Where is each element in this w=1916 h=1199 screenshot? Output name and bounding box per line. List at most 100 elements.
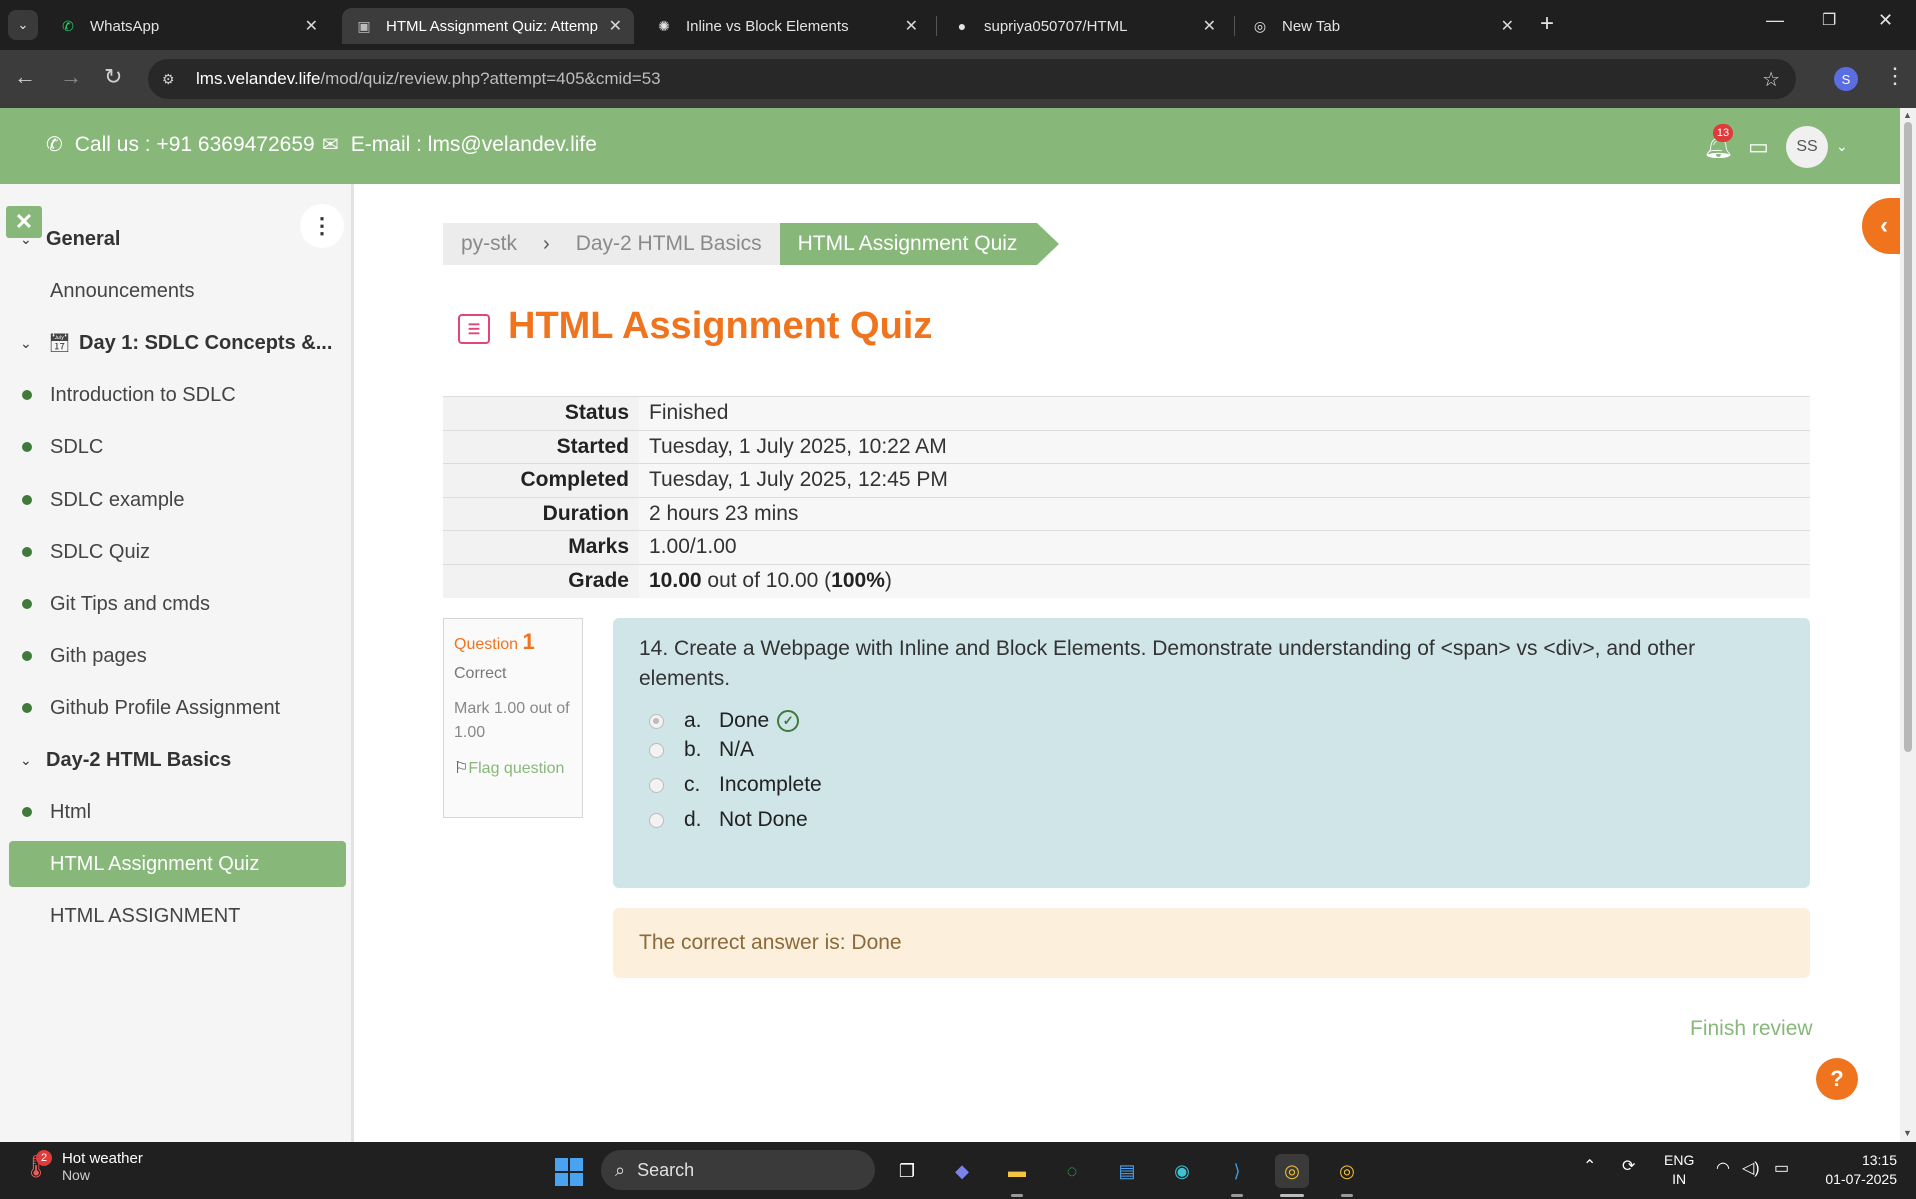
tray-overflow-icon[interactable]: ⌃	[1583, 1156, 1596, 1176]
answer-radio[interactable]	[649, 777, 664, 793]
row-label: Grade	[443, 564, 639, 598]
sidebar-item[interactable]: Github Profile Assignment	[0, 685, 354, 731]
search-icon: ⌕	[615, 1159, 626, 1180]
vscode-icon[interactable]: ⟩	[1220, 1154, 1254, 1188]
chrome-taskbar-icon[interactable]: ◎	[1275, 1154, 1309, 1188]
chevron-down-icon[interactable]: ⌄	[20, 231, 32, 248]
chrome-icon: ◎	[1253, 17, 1267, 34]
breadcrumb-course[interactable]: py-stk	[443, 223, 536, 265]
scrollbar-thumb[interactable]	[1904, 122, 1912, 752]
sidebar-section[interactable]: ⌄ 📅︎ Day 1: SDLC Concepts &...	[0, 320, 354, 366]
table-row: Started Tuesday, 1 July 2025, 10:22 AM	[443, 430, 1810, 464]
tab-quiz[interactable]: ▣ HTML Assignment Quiz: Attemp ✕	[342, 8, 634, 44]
file-explorer-icon[interactable]: ▬	[1000, 1154, 1034, 1188]
chevron-down-icon[interactable]: ⌄	[20, 752, 32, 769]
close-tab-icon[interactable]: ✕	[1501, 16, 1514, 36]
language-indicator[interactable]: ENG IN	[1664, 1151, 1694, 1189]
task-view-icon[interactable]: ❐	[890, 1154, 924, 1188]
close-tab-icon[interactable]: ✕	[609, 16, 622, 36]
sidebar-item[interactable]: SDLC example	[0, 477, 354, 523]
forward-icon[interactable]: →	[60, 64, 82, 90]
flag-question-link[interactable]: ⚐Flag question	[454, 757, 572, 781]
tab-inline-block[interactable]: ✺ Inline vs Block Elements ✕	[642, 8, 930, 44]
chevron-down-icon[interactable]: ⌄	[1836, 138, 1848, 155]
weather-widget[interactable]: 🌡︎ 2 Hot weather Now	[22, 1149, 143, 1183]
sidebar-item[interactable]: Git Tips and cmds	[0, 581, 354, 627]
flag-question-text[interactable]: Flag question	[468, 760, 564, 777]
wifi-icon[interactable]: ◠	[1716, 1158, 1730, 1178]
bookmark-star-icon[interactable]: ☆	[1762, 67, 1780, 92]
sidebar-item[interactable]: Gith pages	[0, 633, 354, 679]
windows-taskbar: 🌡︎ 2 Hot weather Now ⌕ Search ❐ ◆ ▬ ◌ ▤ ◉…	[0, 1142, 1916, 1199]
sidebar-item[interactable]: SDLC	[0, 424, 354, 470]
edge-icon[interactable]: ◉	[1165, 1154, 1199, 1188]
sidebar-item-label: General	[46, 227, 121, 250]
chrome-menu-icon[interactable]: ⋮	[1884, 63, 1906, 89]
close-tab-icon[interactable]: ✕	[905, 16, 918, 36]
answer-option-d[interactable]: d. Not Done	[649, 808, 808, 832]
help-button[interactable]: ?	[1816, 1058, 1858, 1100]
answer-option-b[interactable]: b. N/A	[649, 738, 754, 762]
tab-github[interactable]: ● supriya050707/HTML ✕	[940, 8, 1228, 44]
taskbar-clock[interactable]: 13:15 01-07-2025	[1815, 1151, 1897, 1189]
user-avatar[interactable]: SS	[1786, 126, 1828, 168]
sidebar-item[interactable]: Html	[0, 789, 354, 835]
answer-radio[interactable]	[649, 713, 664, 729]
minimize-icon[interactable]: —	[1766, 10, 1784, 31]
tab-search-button[interactable]: ⌄	[8, 10, 38, 40]
clock-time: 13:15	[1861, 1152, 1897, 1168]
close-window-icon[interactable]: ✕	[1878, 10, 1893, 31]
finish-review-link[interactable]: Finish review	[1690, 1017, 1813, 1041]
question-state: Correct	[454, 665, 507, 682]
chrome-profile-taskbar-icon[interactable]: ◎	[1330, 1154, 1364, 1188]
notepad-icon[interactable]: ▤	[1110, 1154, 1144, 1188]
tab-whatsapp[interactable]: ✆ WhatsApp ✕	[46, 8, 330, 44]
windows-start-icon[interactable]	[555, 1158, 583, 1186]
site-info-icon[interactable]: ⚙	[162, 71, 186, 88]
reload-icon[interactable]: ↻	[104, 64, 122, 90]
sync-icon[interactable]: ⟳	[1622, 1156, 1635, 1176]
address-bar[interactable]: ⚙ lms.velandev.life/mod/quiz/review.php?…	[148, 59, 1796, 99]
grade-end: )	[884, 569, 892, 592]
attempt-summary-table: Status Finished Started Tuesday, 1 July …	[443, 396, 1810, 598]
row-label: Started	[443, 430, 639, 464]
tab-newtab[interactable]: ◎ New Tab ✕	[1238, 8, 1526, 44]
clock-date: 01-07-2025	[1825, 1171, 1897, 1187]
completion-dot-icon	[22, 547, 32, 557]
messages-icon[interactable]: ▭	[1748, 134, 1769, 160]
browser-toolbar: ← → ↻ ⚙ lms.velandev.life/mod/quiz/revie…	[0, 50, 1916, 108]
sidebar-section[interactable]: ⌄ Day-2 HTML Basics	[0, 737, 354, 783]
answer-radio[interactable]	[649, 742, 664, 758]
breadcrumb-section[interactable]: Day-2 HTML Basics	[557, 223, 780, 265]
page-scrollbar[interactable]: ▲ ▼	[1900, 108, 1916, 1142]
chrome-profile-avatar[interactable]: S	[1834, 67, 1858, 91]
restore-icon[interactable]: ❐	[1822, 10, 1836, 30]
url-host: lms.velandev.life	[196, 69, 321, 88]
answer-letter: a.	[684, 709, 702, 732]
answer-radio[interactable]	[649, 812, 664, 828]
back-icon[interactable]: ←	[14, 64, 36, 90]
scroll-up-icon[interactable]: ▲	[1903, 110, 1912, 120]
notifications-count-badge: 13	[1713, 124, 1733, 142]
answer-option-c[interactable]: c. Incomplete	[649, 773, 822, 797]
close-tab-icon[interactable]: ✕	[305, 16, 318, 36]
scroll-down-icon[interactable]: ▼	[1903, 1128, 1912, 1138]
answer-option-a[interactable]: a. Done ✓	[649, 709, 800, 733]
sidebar-section[interactable]: ⌄ General	[0, 216, 354, 262]
chevron-down-icon[interactable]: ⌄	[20, 335, 32, 352]
close-tab-icon[interactable]: ✕	[1203, 16, 1216, 36]
sidebar-item-active[interactable]: HTML Assignment Quiz	[9, 841, 346, 887]
volume-icon[interactable]: ◁)	[1742, 1158, 1760, 1178]
header-phone-text: Call us : +91 6369472659	[74, 132, 315, 156]
battery-icon[interactable]: ▭	[1774, 1158, 1789, 1178]
sidebar-item[interactable]: SDLC Quiz	[0, 529, 354, 575]
teams-icon[interactable]: ◆	[945, 1154, 979, 1188]
taskbar-search[interactable]: ⌕ Search	[601, 1150, 875, 1190]
app-ring-icon[interactable]: ◌	[1055, 1154, 1089, 1188]
new-tab-button[interactable]: +	[1540, 10, 1554, 38]
sidebar-item[interactable]: Introduction to SDLC	[0, 372, 354, 418]
question-num: 1	[522, 629, 535, 654]
page-title: HTML Assignment Quiz	[508, 305, 933, 347]
sidebar-item[interactable]: HTML ASSIGNMENT	[0, 893, 354, 939]
sidebar-item[interactable]: Announcements	[0, 268, 354, 314]
